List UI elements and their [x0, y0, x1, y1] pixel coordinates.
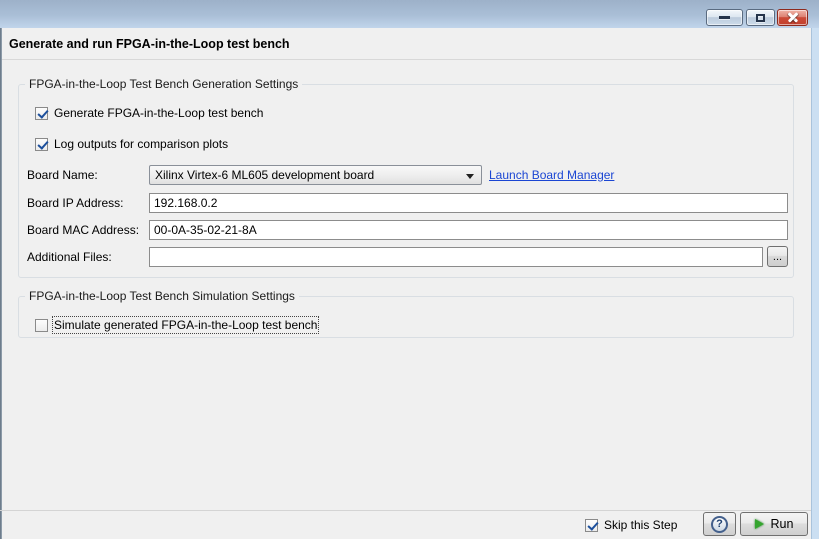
skip-step-label: Skip this Step	[604, 518, 678, 532]
help-icon: ?	[711, 515, 728, 533]
browse-files-button[interactable]: ...	[767, 246, 788, 267]
simulate-testbench-label: Simulate generated FPGA-in-the-Loop test…	[51, 316, 320, 334]
help-button[interactable]: ?	[703, 512, 736, 536]
board-ip-label: Board IP Address:	[27, 195, 124, 210]
board-mac-row: Board MAC Address:	[27, 219, 788, 240]
page-title: Generate and run FPGA-in-the-Loop test b…	[9, 36, 290, 51]
generate-testbench-row: Generate FPGA-in-the-Loop test bench	[35, 106, 263, 120]
page-header: Generate and run FPGA-in-the-Loop test b…	[2, 28, 811, 60]
generation-settings-group: FPGA-in-the-Loop Test Bench Generation S…	[18, 77, 794, 278]
ellipsis-icon: ...	[772, 250, 783, 263]
generation-settings-legend: FPGA-in-the-Loop Test Bench Generation S…	[25, 77, 303, 91]
additional-files-row: Additional Files: ...	[27, 246, 788, 267]
restore-icon	[756, 13, 765, 22]
board-mac-label: Board MAC Address:	[27, 222, 140, 237]
additional-files-label: Additional Files:	[27, 249, 112, 264]
board-name-row: Board Name: Xilinx Virtex-6 ML605 develo…	[27, 164, 614, 185]
window-border-left	[0, 28, 2, 539]
window-border-right	[811, 28, 819, 539]
simulation-settings-legend: FPGA-in-the-Loop Test Bench Simulation S…	[25, 289, 299, 303]
footer-separator	[0, 510, 811, 511]
board-ip-row: Board IP Address:	[27, 192, 788, 213]
restore-button[interactable]	[746, 9, 775, 26]
generate-testbench-label: Generate FPGA-in-the-Loop test bench	[54, 106, 264, 120]
minimize-button[interactable]	[706, 9, 743, 26]
run-label: Run	[770, 517, 794, 531]
board-name-value: Xilinx Virtex-6 ML605 development board	[155, 167, 375, 182]
board-name-label: Board Name:	[27, 167, 98, 182]
log-outputs-row: Log outputs for comparison plots	[35, 137, 228, 151]
run-button[interactable]: Run	[740, 512, 808, 536]
simulate-testbench-checkbox[interactable]	[35, 318, 48, 332]
chevron-down-icon	[466, 173, 474, 179]
log-outputs-label: Log outputs for comparison plots	[54, 137, 229, 151]
additional-files-input[interactable]	[149, 246, 763, 267]
simulate-testbench-row: Simulate generated FPGA-in-the-Loop test…	[35, 316, 320, 334]
generate-testbench-checkbox[interactable]	[35, 106, 48, 120]
title-bar	[0, 0, 819, 28]
play-icon	[754, 519, 764, 529]
skip-step-row: Skip this Step	[585, 518, 677, 532]
launch-board-manager-link[interactable]: Launch Board Manager	[489, 168, 614, 182]
log-outputs-checkbox[interactable]	[35, 137, 48, 151]
simulation-settings-group: FPGA-in-the-Loop Test Bench Simulation S…	[18, 289, 794, 338]
dialog-window: Generate and run FPGA-in-the-Loop test b…	[0, 0, 819, 539]
close-button[interactable]	[777, 9, 808, 26]
board-ip-input[interactable]	[149, 192, 788, 213]
board-mac-input[interactable]	[149, 219, 788, 240]
minimize-icon	[719, 16, 730, 19]
board-name-select[interactable]: Xilinx Virtex-6 ML605 development board	[149, 164, 482, 185]
close-icon	[787, 12, 799, 23]
skip-step-checkbox[interactable]	[585, 518, 598, 532]
